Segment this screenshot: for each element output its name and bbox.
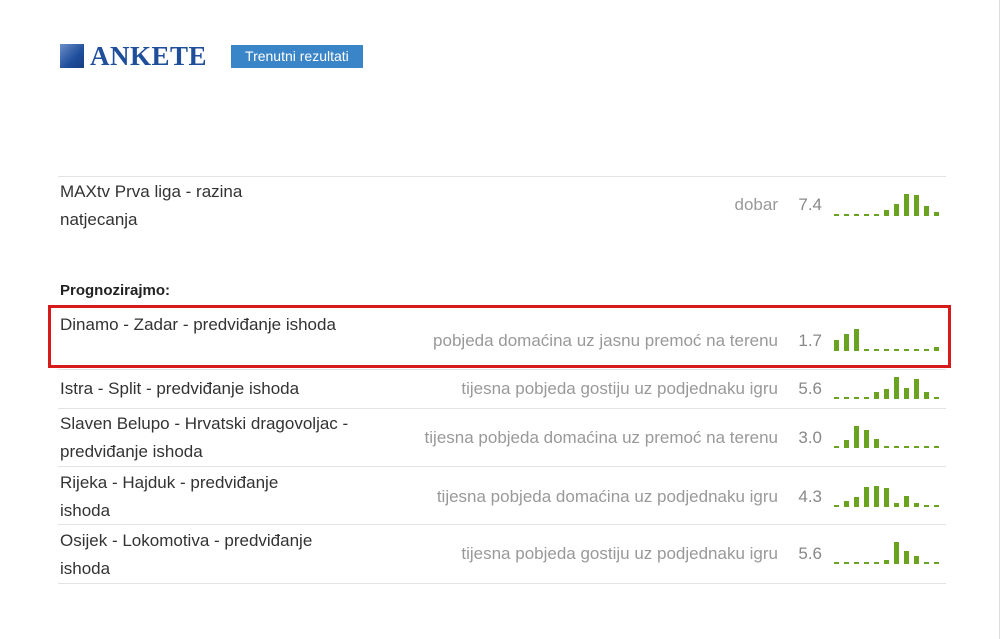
distribution-empty-mark (844, 562, 849, 564)
distribution-bar (914, 503, 919, 507)
distribution-bar (934, 212, 939, 216)
distribution-empty-mark (864, 214, 869, 216)
distribution-bar (914, 195, 919, 216)
distribution-bar (854, 426, 859, 448)
poll-answer: tijesna pobjeda domaćina uz premoć na te… (424, 428, 778, 447)
poll-name[interactable]: Slaven Belupo - Hrvatski dragovoljac - p… (60, 410, 360, 466)
poll-name[interactable]: MAXtv Prva liga - razina natjecanja (60, 178, 320, 234)
poll-row-match[interactable]: Osijek - Lokomotiva - predviđanje ishoda… (58, 524, 946, 584)
distribution-bar (864, 487, 869, 507)
square-logo-icon (60, 44, 84, 68)
distribution-empty-mark (874, 562, 879, 564)
poll-answer: tijesna pobjeda gostiju uz podjednaku ig… (461, 379, 778, 398)
distribution-bar (864, 430, 869, 448)
distribution-empty-mark (864, 562, 869, 564)
poll-answer: tijesna pobjeda domaćina uz podjednaku i… (436, 487, 778, 506)
distribution-bar (884, 560, 889, 564)
distribution-bar (894, 503, 899, 507)
poll-distribution-chart (834, 540, 946, 564)
distribution-bar (844, 440, 849, 448)
distribution-bar (904, 194, 909, 216)
distribution-bar (904, 496, 909, 507)
polls-title: ANKETE (90, 41, 208, 71)
distribution-bar (874, 486, 879, 507)
distribution-empty-mark (924, 446, 929, 448)
poll-distribution-chart (834, 192, 946, 216)
poll-row-league[interactable]: MAXtv Prva liga - razina natjecanja doba… (58, 176, 946, 235)
poll-score: 7.4 (798, 195, 822, 214)
distribution-empty-mark (924, 562, 929, 564)
distribution-empty-mark (854, 562, 859, 564)
distribution-empty-mark (934, 446, 939, 448)
distribution-bar (894, 377, 899, 399)
poll-name[interactable]: Osijek - Lokomotiva - predviđanje ishoda (60, 527, 360, 583)
polls-header: ANKETE Trenutni rezultati (60, 42, 363, 70)
distribution-empty-mark (834, 397, 839, 399)
poll-answer: dobar (734, 195, 778, 214)
distribution-bar (904, 388, 909, 399)
poll-distribution-chart (834, 483, 946, 507)
distribution-bar (884, 389, 889, 399)
distribution-bar (904, 551, 909, 564)
poll-answer: tijesna pobjeda gostiju uz podjednaku ig… (461, 544, 778, 563)
distribution-empty-mark (884, 446, 889, 448)
distribution-empty-mark (864, 397, 869, 399)
distribution-empty-mark (854, 214, 859, 216)
poll-score: 4.3 (798, 487, 822, 506)
poll-name[interactable]: Rijeka - Hajduk - predviđanje ishoda (60, 469, 320, 525)
distribution-bar (914, 556, 919, 564)
distribution-bar (874, 392, 879, 399)
distribution-bar (884, 210, 889, 216)
distribution-empty-mark (894, 446, 899, 448)
poll-score: 5.6 (798, 544, 822, 563)
distribution-bar (924, 392, 929, 399)
distribution-bar (924, 206, 929, 216)
distribution-bar (914, 379, 919, 399)
poll-name[interactable]: Istra - Split - predviđanje ishoda (60, 375, 360, 403)
distribution-bar (894, 542, 899, 564)
distribution-bar (874, 439, 879, 448)
distribution-empty-mark (924, 505, 929, 507)
poll-score: 3.0 (798, 428, 822, 447)
highlight-annotation-box (48, 305, 951, 368)
distribution-bar (844, 501, 849, 507)
distribution-empty-mark (834, 505, 839, 507)
distribution-empty-mark (934, 562, 939, 564)
distribution-empty-mark (854, 397, 859, 399)
distribution-empty-mark (834, 214, 839, 216)
distribution-empty-mark (834, 446, 839, 448)
poll-row-match[interactable]: Rijeka - Hajduk - predviđanje ishoda tij… (58, 466, 946, 525)
distribution-bar (854, 497, 859, 507)
distribution-empty-mark (874, 214, 879, 216)
distribution-empty-mark (914, 446, 919, 448)
poll-distribution-chart (834, 375, 946, 399)
distribution-empty-mark (934, 397, 939, 399)
distribution-empty-mark (904, 446, 909, 448)
poll-row-match[interactable]: Slaven Belupo - Hrvatski dragovoljac - p… (58, 408, 946, 467)
distribution-empty-mark (834, 562, 839, 564)
current-results-link[interactable]: Trenutni rezultati (231, 45, 363, 68)
poll-distribution-chart (834, 424, 946, 448)
distribution-empty-mark (844, 214, 849, 216)
distribution-empty-mark (844, 397, 849, 399)
poll-score: 5.6 (798, 379, 822, 398)
poll-row-match[interactable]: Istra - Split - predviđanje ishoda tijes… (58, 369, 946, 408)
distribution-bar (884, 488, 889, 507)
distribution-empty-mark (934, 505, 939, 507)
distribution-bar (894, 204, 899, 216)
section-title: Prognozirajmo: (60, 282, 171, 299)
